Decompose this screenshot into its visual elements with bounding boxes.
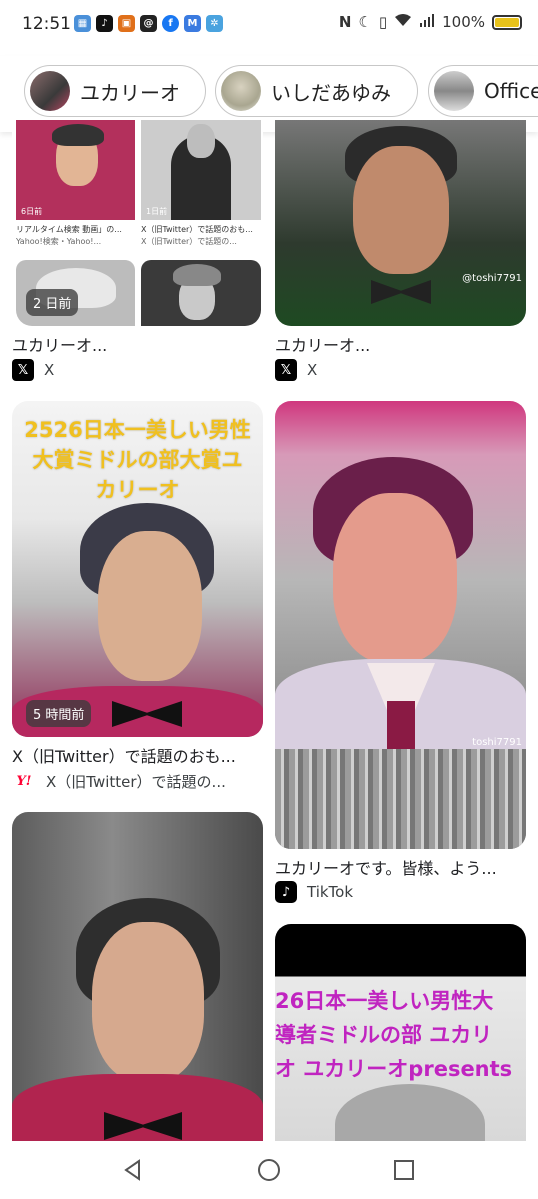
collage-tile-1: 6日前 <box>16 120 135 220</box>
collage-time-badge: 1日前 <box>146 207 168 216</box>
chip-thumbnail <box>221 71 261 111</box>
collage-time-badge: 6日前 <box>21 207 43 216</box>
image-overlay-text: 26日本一美しい男性大 導者ミドルの部 ユカリ オ ユカリーオpresents <box>275 989 513 1081</box>
home-icon[interactable] <box>256 1157 282 1183</box>
result-source[interactable]: 𝕏 X <box>275 359 525 381</box>
result-image-collage[interactable]: 6日前 1日前 リアルタイム検索 動画」の... Yahoo!検索・Yahoo!… <box>12 120 263 326</box>
person-face <box>98 531 202 681</box>
x-logo-icon: 𝕏 <box>275 359 297 381</box>
chip-thumbnail <box>434 71 474 111</box>
collage-caption-2: X（旧Twitter）で話題のおも... X（旧Twitter）で話題の... <box>141 225 253 246</box>
recents-icon[interactable] <box>391 1157 417 1183</box>
threads-icon: @ <box>140 15 157 32</box>
person-face <box>353 146 449 274</box>
time-badge: 2 日前 <box>26 289 79 316</box>
back-icon[interactable] <box>120 1157 146 1183</box>
collage-caption-1: リアルタイム検索 動画」の... Yahoo!検索・Yahoo!... <box>16 225 122 246</box>
calendar-icon: ▦ <box>74 15 91 32</box>
x-logo-icon: 𝕏 <box>12 359 34 381</box>
result-image[interactable]: 26日本一美しい男性大 導者ミドルの部 ユカリ オ ユカリーオpresents <box>275 924 526 1142</box>
bow-tie-icon <box>371 280 431 304</box>
status-bar: 12:51 ▦ ♪ ▣ @ f M ✲ N ☾ ▯ 100% <box>0 0 538 48</box>
battery-icon <box>492 14 522 30</box>
chip-office[interactable]: Office <box>428 65 538 117</box>
result-title[interactable]: ユカリーオ... <box>12 332 262 356</box>
person-face <box>92 922 204 1082</box>
facebook-icon: f <box>162 15 179 32</box>
result-source[interactable]: Y! X（旧Twitter）で話題の... <box>12 770 264 792</box>
result-image[interactable]: @toshi7791 <box>275 120 526 326</box>
chip-label: Office <box>484 79 538 103</box>
chip-yukario[interactable]: ユカリーオ <box>24 65 206 117</box>
vibrate-icon: ▯ <box>378 13 388 31</box>
status-time: 12:51 <box>22 14 71 34</box>
time-badge: 5 時間前 <box>26 700 92 727</box>
chip-ishida-ayumi[interactable]: いしだあゆみ <box>215 65 418 117</box>
notification-icons: ▦ ♪ ▣ @ f M ✲ <box>74 15 223 32</box>
mail-icon: M <box>184 15 201 32</box>
tiktok-watermark: @toshi7791 <box>462 273 522 284</box>
collage-tile-4 <box>141 260 261 326</box>
chip-label: ユカリーオ <box>80 80 180 105</box>
chip-label: いしだあゆみ <box>271 80 391 105</box>
signal-icon <box>419 13 435 31</box>
result-source[interactable]: 𝕏 X <box>12 359 262 381</box>
shop-icon: ▣ <box>118 15 135 32</box>
chip-thumbnail <box>30 71 70 111</box>
result-source[interactable]: ♪ TikTok <box>275 881 527 903</box>
result-title[interactable]: ユカリーオです。皆様、よう... <box>275 855 527 879</box>
battery-percent: 100% <box>442 13 485 31</box>
result-image[interactable] <box>12 812 263 1142</box>
collage-tile-2: 1日前 <box>141 120 261 220</box>
yahoo-logo-icon: Y! <box>16 773 32 789</box>
tiktok-watermark: toshi7791 <box>472 737 522 748</box>
wifi-icon <box>394 13 412 31</box>
system-indicators: N ☾ ▯ 100% <box>339 13 522 31</box>
tiktok-logo-icon: ♪ <box>275 881 297 903</box>
navigation-bar <box>0 1141 538 1199</box>
translate-icon: ✲ <box>206 15 223 32</box>
result-image[interactable]: toshi7791 <box>275 401 526 849</box>
person-face <box>333 493 457 663</box>
result-title[interactable]: ユカリーオ... <box>275 332 525 356</box>
moon-icon: ☾ <box>358 13 372 31</box>
result-title[interactable]: X（旧Twitter）で話題のおも... <box>12 743 264 767</box>
image-overlay-text: 2526日本一美しい男性 大賞ミドルの部大賞ユ カリーオ <box>24 418 251 502</box>
result-image[interactable]: 2526日本一美しい男性 大賞ミドルの部大賞ユ カリーオ 5 時間前 <box>12 401 263 737</box>
nfc-icon: N <box>338 13 352 31</box>
tiktok-icon: ♪ <box>96 15 113 32</box>
